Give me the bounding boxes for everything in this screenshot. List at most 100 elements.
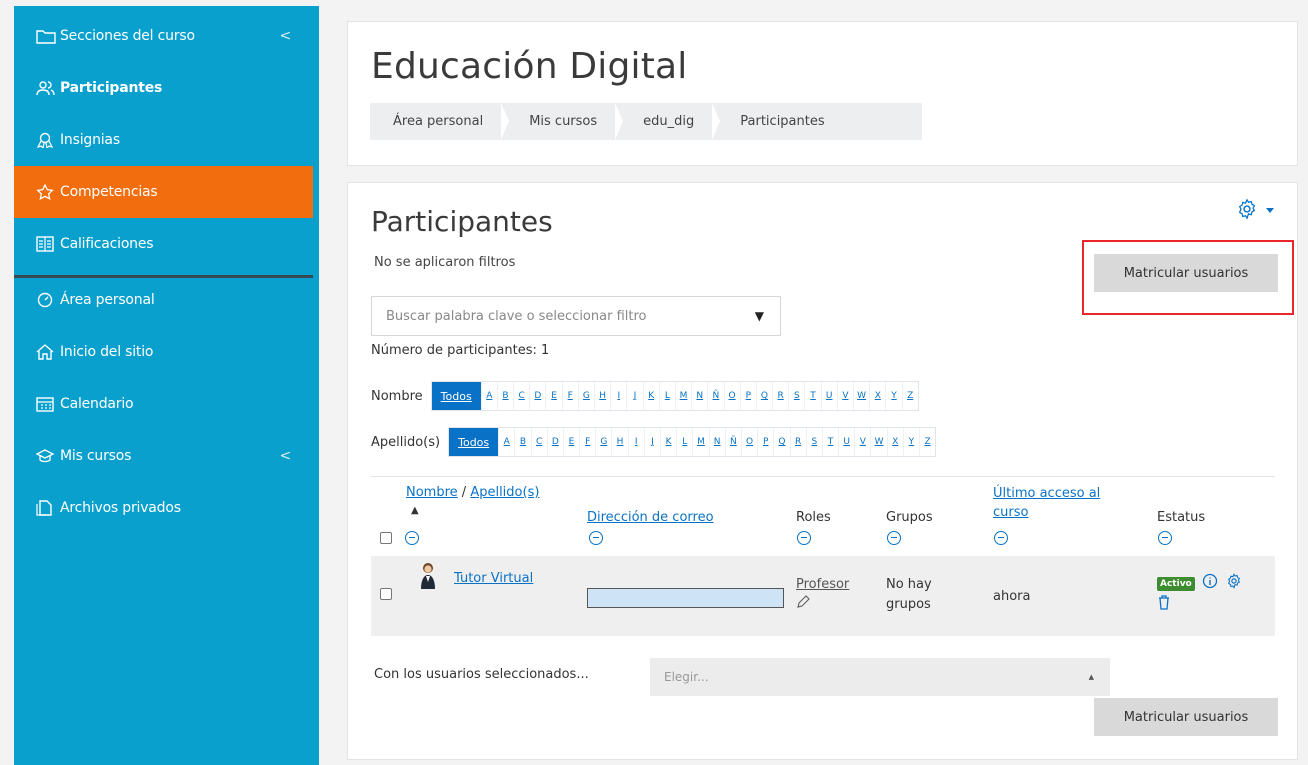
sort-email-link[interactable]: Dirección de correo: [587, 510, 714, 525]
sort-last-access-link-2[interactable]: curso: [993, 505, 1028, 520]
initial-letter[interactable]: T: [821, 428, 838, 456]
sidebar-item-calificaciones[interactable]: Calificaciones: [14, 218, 313, 270]
sidebar-item-secciones[interactable]: Secciones del curso <: [14, 10, 313, 62]
bulk-actions-select[interactable]: Elegir... ▲: [650, 658, 1110, 696]
initial-letter[interactable]: Q: [773, 428, 789, 456]
initial-letter[interactable]: S: [788, 382, 804, 410]
sidebar-item-mis-cursos[interactable]: Mis cursos <: [14, 430, 313, 482]
role-value[interactable]: Profesor: [796, 577, 849, 592]
sort-first-name-link[interactable]: Nombre: [406, 485, 458, 500]
initial-letter[interactable]: P: [739, 382, 756, 410]
collapse-status-icon[interactable]: [1158, 531, 1172, 545]
select-all-checkbox[interactable]: [380, 532, 392, 544]
breadcrumb-item[interactable]: edu_dig: [620, 103, 721, 140]
sidebar-item-archivos[interactable]: Archivos privados: [14, 482, 313, 534]
initial-letter[interactable]: D: [529, 382, 545, 410]
initial-letter[interactable]: C: [530, 428, 547, 456]
initial-letter[interactable]: L: [658, 382, 675, 410]
sidebar-item-competencias[interactable]: Competencias: [14, 166, 313, 218]
initial-letter[interactable]: Y: [902, 428, 919, 456]
initials-letters: Todos ABCDEFGHIJKLMNÑOPQRSTUVWXYZ: [430, 381, 919, 411]
initial-letter[interactable]: O: [723, 382, 740, 410]
initial-letter[interactable]: Ñ: [724, 428, 741, 456]
enrol-users-button-bottom[interactable]: Matricular usuarios: [1094, 698, 1278, 736]
initial-letter[interactable]: T: [804, 382, 820, 410]
sort-last-access-link[interactable]: Último acceso al: [993, 486, 1100, 501]
initial-letter[interactable]: Ñ: [707, 382, 723, 410]
initial-letter[interactable]: V: [854, 428, 870, 456]
initial-letter[interactable]: C: [513, 382, 529, 410]
sidebar-item-calendario[interactable]: Calendario: [14, 378, 313, 430]
initial-letter[interactable]: H: [594, 382, 610, 410]
dropdown-caret-icon[interactable]: ▼: [755, 309, 764, 323]
collapse-roles-icon[interactable]: [797, 531, 811, 545]
collapse-last-access-icon[interactable]: [994, 531, 1008, 545]
initial-todos[interactable]: Todos: [449, 428, 499, 456]
initial-letter[interactable]: Z: [919, 428, 935, 456]
initial-letter[interactable]: J: [626, 382, 642, 410]
sidebar-item-area-personal[interactable]: Área personal: [14, 274, 313, 326]
collapse-groups-icon[interactable]: [887, 531, 901, 545]
initial-letter[interactable]: G: [595, 428, 611, 456]
initial-letter[interactable]: O: [740, 428, 757, 456]
initial-letter[interactable]: Y: [885, 382, 901, 410]
pencil-icon[interactable]: [796, 595, 810, 609]
initial-letter[interactable]: K: [660, 428, 676, 456]
initial-letter[interactable]: E: [562, 428, 579, 456]
role-cell: Profesor: [796, 575, 849, 616]
initial-letter[interactable]: D: [546, 428, 563, 456]
row-checkbox[interactable]: [380, 588, 392, 600]
initial-letter[interactable]: E: [545, 382, 561, 410]
sidebar-item-participantes[interactable]: Participantes: [14, 62, 313, 114]
initial-letter[interactable]: G: [577, 382, 594, 410]
initial-letter[interactable]: N: [708, 428, 725, 456]
initial-letter[interactable]: A: [498, 428, 514, 456]
initial-letter[interactable]: I: [627, 428, 644, 456]
gear-icon[interactable]: [1226, 573, 1242, 589]
sidebar-item-inicio[interactable]: Inicio del sitio: [14, 326, 313, 378]
breadcrumb-item[interactable]: Mis cursos: [506, 103, 624, 140]
initial-letter[interactable]: X: [869, 382, 885, 410]
trash-icon[interactable]: [1157, 594, 1171, 610]
initial-letter[interactable]: J: [643, 428, 660, 456]
enrol-users-button[interactable]: Matricular usuarios: [1094, 254, 1278, 292]
initial-letter[interactable]: P: [757, 428, 773, 456]
initial-letter[interactable]: U: [820, 382, 837, 410]
initial-letter[interactable]: Z: [901, 382, 918, 410]
initial-letter[interactable]: B: [514, 428, 530, 456]
participant-name-link[interactable]: Tutor Virtual: [454, 571, 533, 586]
initial-letter[interactable]: R: [789, 428, 806, 456]
settings-menu[interactable]: [1236, 198, 1275, 225]
initial-letter[interactable]: V: [836, 382, 853, 410]
initial-letter[interactable]: M: [674, 382, 691, 410]
initial-letter[interactable]: A: [480, 382, 497, 410]
initial-letter[interactable]: W: [870, 428, 886, 456]
initial-letter[interactable]: Q: [755, 382, 772, 410]
initial-letter[interactable]: K: [642, 382, 659, 410]
collapse-name-icon[interactable]: [405, 531, 419, 545]
chevron-left-icon[interactable]: <: [279, 28, 291, 44]
breadcrumb-item[interactable]: Participantes: [717, 103, 847, 140]
initial-letter[interactable]: X: [886, 428, 903, 456]
initial-letter[interactable]: H: [611, 428, 627, 456]
filter-search-input[interactable]: Buscar palabra clave o seleccionar filtr…: [371, 296, 781, 336]
initial-letter[interactable]: F: [579, 428, 595, 456]
initial-letter[interactable]: R: [772, 382, 788, 410]
initial-todos[interactable]: Todos: [431, 382, 481, 410]
info-icon[interactable]: [1202, 573, 1218, 589]
initial-letter[interactable]: M: [692, 428, 708, 456]
initial-letter[interactable]: I: [610, 382, 626, 410]
initial-letter[interactable]: F: [561, 382, 578, 410]
breadcrumb-item[interactable]: Área personal: [370, 103, 510, 140]
initial-letter[interactable]: B: [496, 382, 513, 410]
initial-letter[interactable]: U: [838, 428, 854, 456]
initial-letter[interactable]: L: [676, 428, 692, 456]
sort-last-name-link[interactable]: Apellido(s): [470, 485, 539, 500]
initial-letter[interactable]: W: [853, 382, 869, 410]
initial-letter[interactable]: S: [805, 428, 822, 456]
sidebar-item-insignias[interactable]: Insignias: [14, 114, 313, 166]
chevron-left-icon[interactable]: <: [279, 448, 291, 464]
collapse-email-icon[interactable]: [589, 531, 603, 545]
initial-letter[interactable]: N: [691, 382, 707, 410]
col-name-separator: /: [457, 485, 471, 500]
